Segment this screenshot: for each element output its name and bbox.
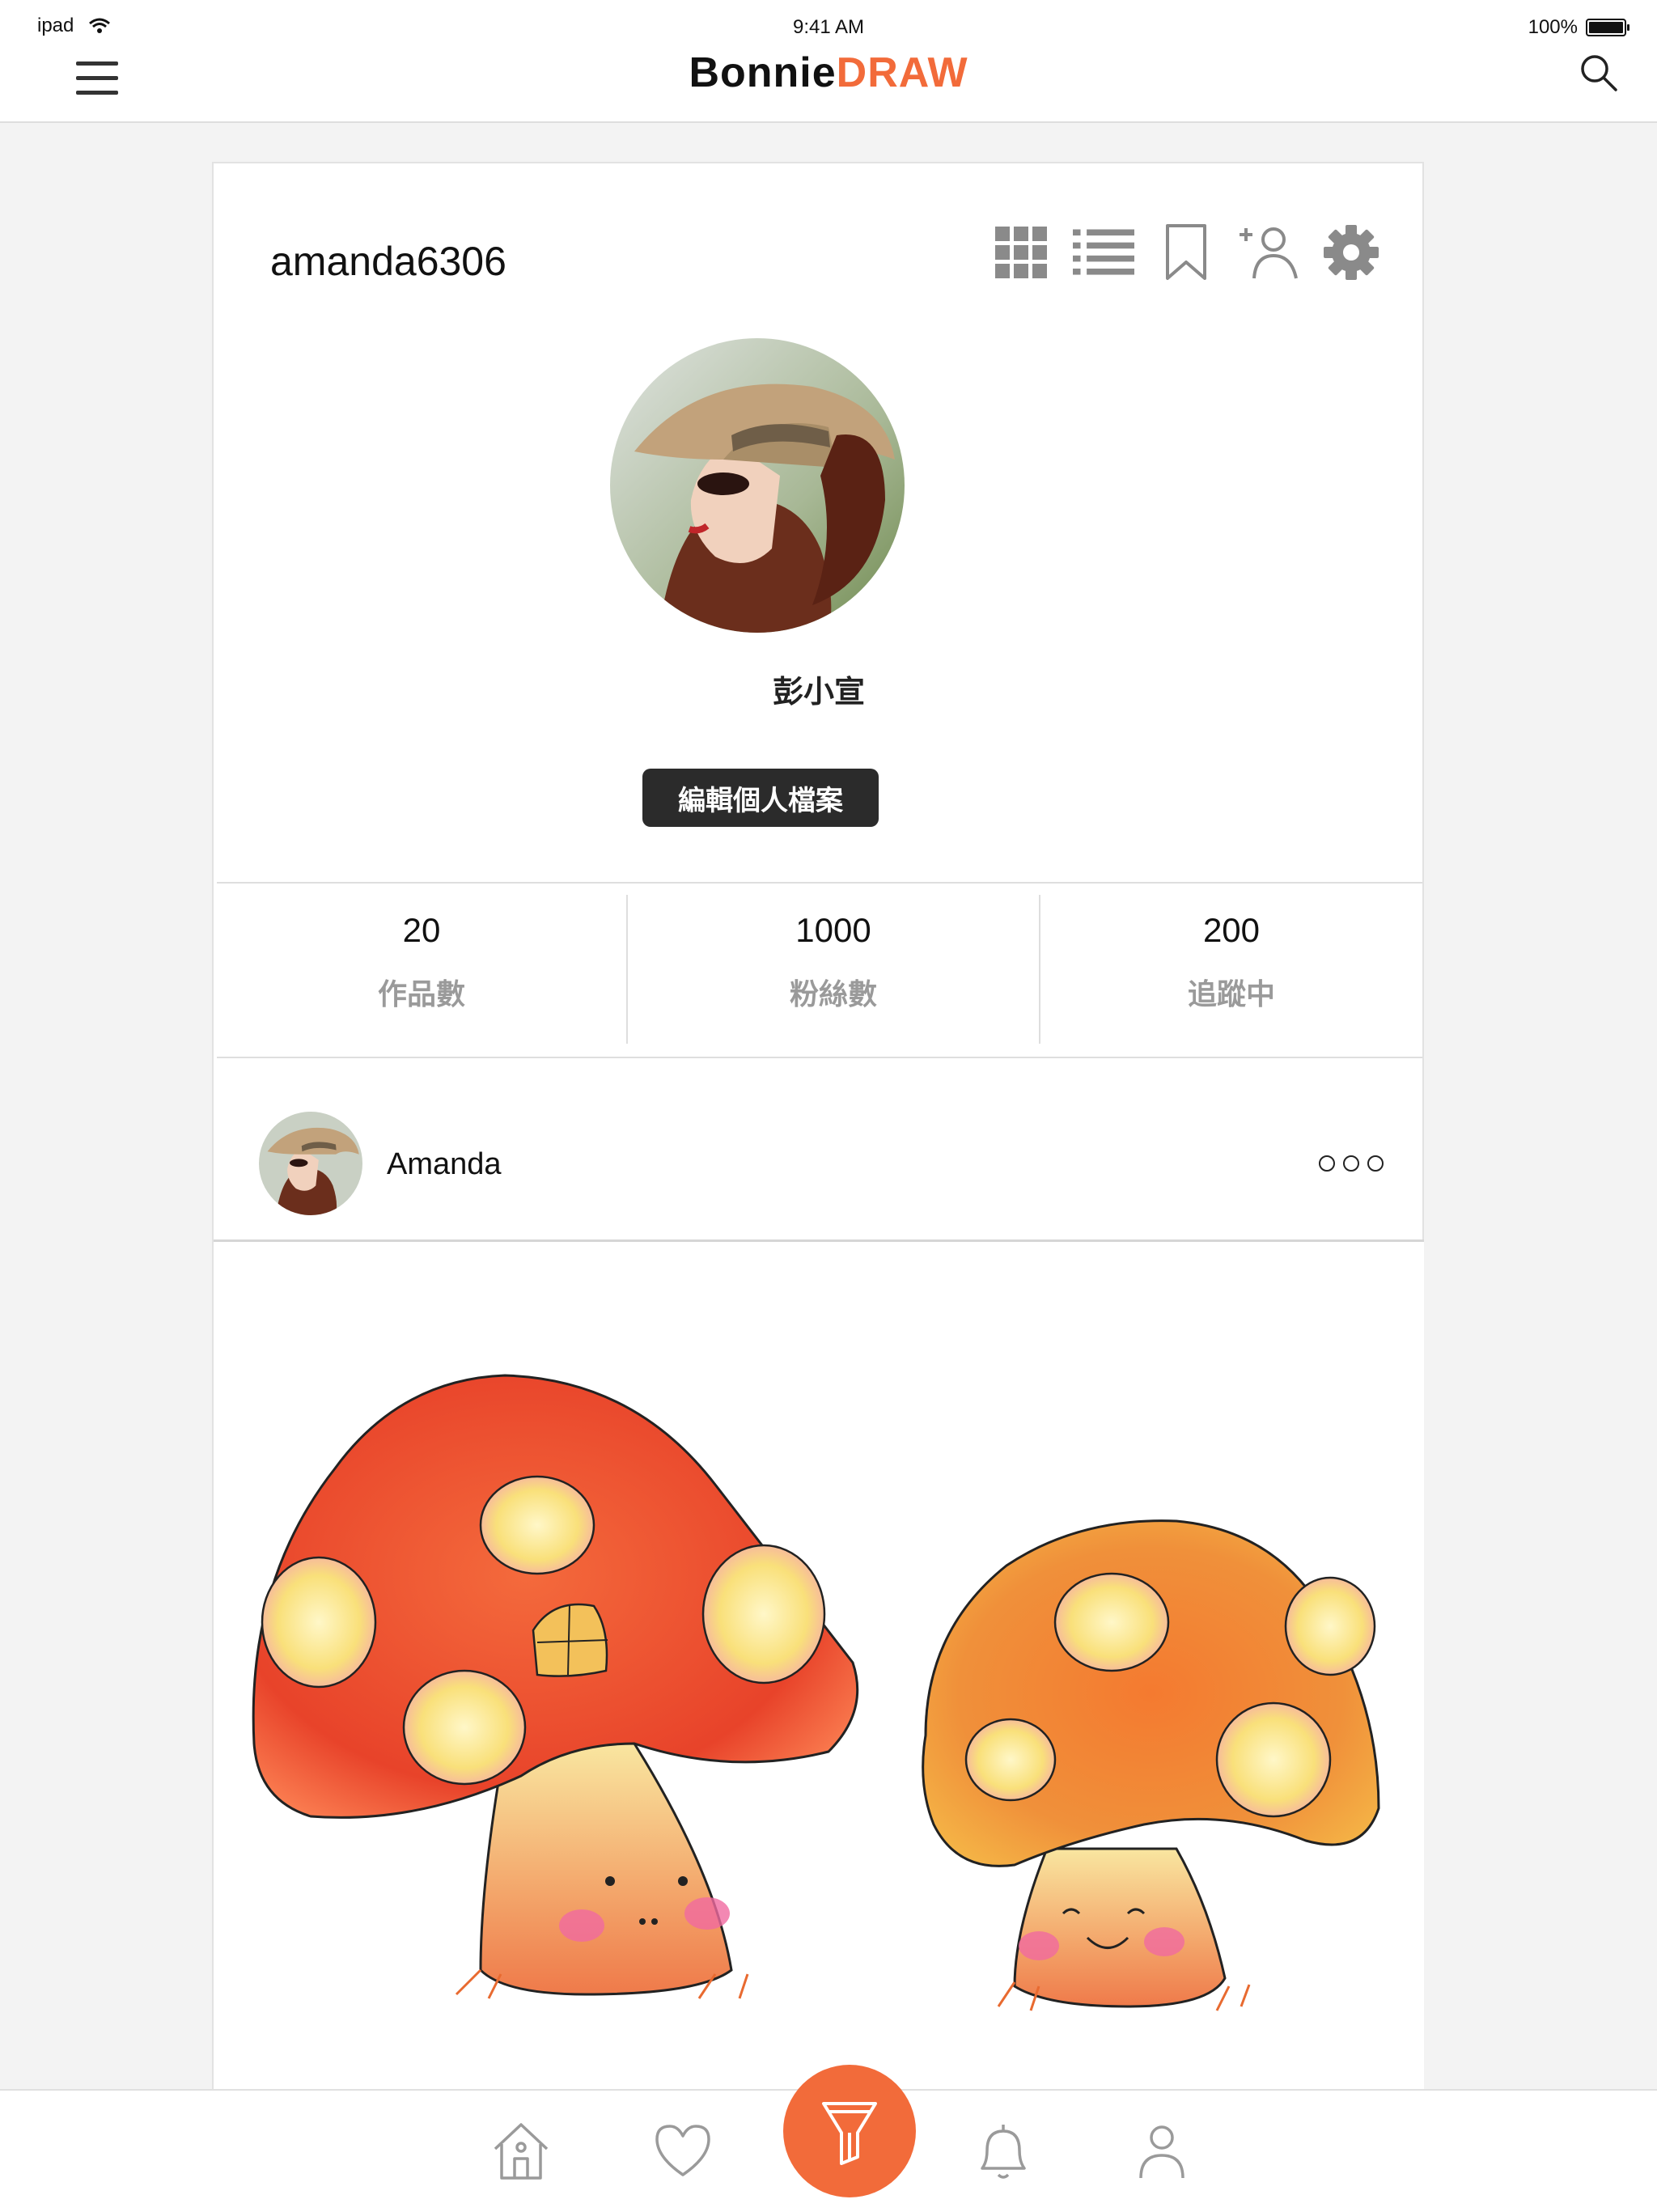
- add-friend-icon[interactable]: [1238, 222, 1299, 283]
- create-draw-button[interactable]: [783, 2065, 916, 2197]
- home-icon[interactable]: [489, 2118, 553, 2183]
- stat-followers[interactable]: 1000 粉絲數: [628, 884, 1039, 1057]
- bookmark-icon[interactable]: [1155, 222, 1217, 283]
- post-author-name[interactable]: Amanda: [387, 1147, 502, 1182]
- profile-username: amanda6306: [270, 239, 506, 284]
- app-logo: BonnieDRAW: [0, 49, 1657, 97]
- stat-followers-value: 1000: [795, 911, 871, 949]
- edit-profile-button[interactable]: 編輯個人檔案: [642, 769, 879, 827]
- heart-icon[interactable]: [651, 2118, 715, 2183]
- list-view-icon[interactable]: [1073, 222, 1134, 283]
- battery-icon: [1586, 19, 1629, 36]
- search-icon[interactable]: [1578, 52, 1620, 94]
- profile-toolbar: [990, 222, 1382, 283]
- create-draw-icon: [822, 2102, 877, 2165]
- more-options-icon[interactable]: [1319, 1155, 1384, 1172]
- profile-avatar: [610, 338, 905, 633]
- post-author-avatar[interactable]: [259, 1112, 362, 1215]
- stat-following-value: 200: [1202, 911, 1261, 949]
- stat-works[interactable]: 20 作品數: [217, 884, 626, 1057]
- stat-works-value: 20: [402, 911, 441, 949]
- profile-icon[interactable]: [1129, 2118, 1194, 2183]
- post-header: Amanda: [214, 1057, 1424, 1239]
- grid-view-icon[interactable]: [990, 222, 1052, 283]
- bell-icon[interactable]: [971, 2118, 1036, 2183]
- profile-card: amanda6306 彭小宣 編輯個人檔案 20 作品數 1000 粉絲數 20…: [212, 162, 1424, 2108]
- status-time: 9:41 AM: [792, 16, 865, 38]
- settings-icon[interactable]: [1320, 222, 1382, 283]
- top-bar: ipad 9:41 AM 100% BonnieDRAW: [0, 0, 1657, 123]
- mushroom-drawing: [252, 1374, 1380, 2011]
- post-artwork[interactable]: [214, 1239, 1424, 2108]
- logo-part-bonnie: Bonnie: [689, 49, 837, 96]
- stat-works-label: 作品數: [377, 977, 465, 1011]
- stat-following-label: 追蹤中: [1187, 977, 1275, 1011]
- stat-followers-label: 粉絲數: [789, 977, 877, 1011]
- profile-display-name: 彭小宣: [772, 676, 865, 710]
- logo-part-draw: DRAW: [836, 49, 968, 96]
- battery-percent: 100%: [1528, 16, 1578, 38]
- profile-stats: 20 作品數 1000 粉絲數 200 追蹤中: [217, 882, 1422, 1058]
- stat-following[interactable]: 200 追蹤中: [1040, 884, 1422, 1057]
- status-right: 100%: [1528, 16, 1629, 39]
